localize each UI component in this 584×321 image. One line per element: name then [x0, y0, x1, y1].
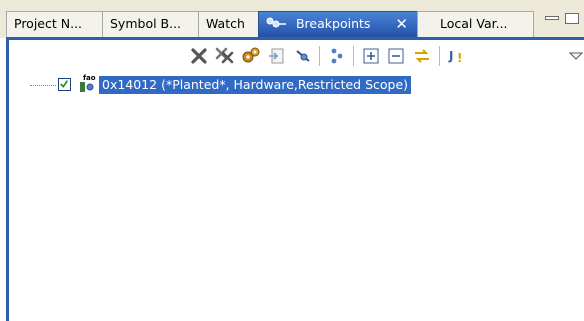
tab-breakpoints[interactable]: Breakpoints ✕ — [258, 11, 418, 37]
close-tab-icon[interactable]: ✕ — [395, 12, 408, 36]
skip-all-breakpoints-icon[interactable] — [293, 46, 313, 66]
tab-label: Local Var... — [440, 16, 508, 31]
tab-label: Project N... — [14, 16, 83, 31]
minimize-view-icon[interactable] — [545, 16, 559, 20]
breakpoint-properties-icon[interactable] — [241, 46, 261, 66]
maximize-view-icon[interactable] — [565, 13, 579, 24]
tab-project-navigator[interactable]: Project N... — [6, 11, 103, 37]
tab-watch[interactable]: Watch — [198, 11, 259, 37]
view-menu-icon[interactable] — [566, 46, 584, 66]
svg-text:!: ! — [457, 51, 462, 65]
breakpoints-toolbar: J ! — [9, 40, 584, 70]
svg-text:fao: fao — [83, 74, 96, 82]
tab-label: Breakpoints — [295, 16, 371, 31]
hardware-breakpoint-icon: fao — [76, 72, 98, 94]
tab-label: Symbol B... — [110, 16, 182, 31]
view-tab-strip: Project N... Symbol B... Watch Breakpoin… — [0, 0, 584, 38]
expand-all-icon[interactable] — [361, 46, 381, 66]
collapse-all-icon[interactable] — [386, 46, 406, 66]
go-to-file-icon[interactable] — [267, 46, 287, 66]
toolbar-separator — [319, 46, 320, 66]
remove-all-breakpoints-icon[interactable] — [215, 46, 235, 66]
svg-text:J: J — [448, 49, 453, 63]
toolbar-separator — [353, 46, 354, 66]
breakpoint-label[interactable]: 0x14012 (*Planted*, Hardware,Restricted … — [99, 76, 412, 94]
remove-breakpoint-icon[interactable] — [189, 46, 209, 66]
show-breakpoints-for-target-icon[interactable] — [327, 46, 347, 66]
add-java-exception-breakpoint-icon[interactable]: J ! — [447, 46, 467, 66]
toolbar-separator — [439, 46, 440, 66]
breakpoint-tree-row[interactable]: fao 0x14012 (*Planted*, Hardware,Restric… — [12, 74, 572, 96]
breakpoint-enabled-checkbox[interactable] — [58, 78, 71, 91]
tree-connector — [30, 85, 56, 87]
link-with-debug-view-icon[interactable] — [412, 46, 432, 66]
tab-label: Watch — [206, 16, 245, 31]
tab-symbol-browser[interactable]: Symbol B... — [102, 11, 199, 37]
tab-local-variables[interactable]: Local Var... — [417, 11, 534, 37]
breakpoints-view-icon — [266, 13, 288, 37]
